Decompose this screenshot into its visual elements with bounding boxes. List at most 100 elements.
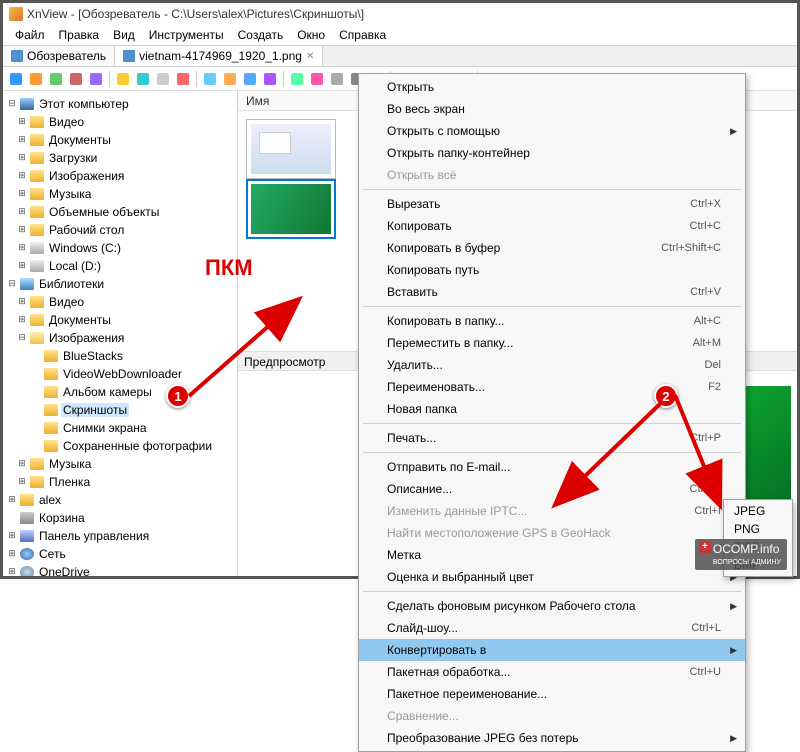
toolbar-button[interactable] xyxy=(7,70,25,88)
menu-item[interactable]: Открыть папку-контейнер xyxy=(359,142,745,164)
tree-node[interactable]: Альбом камеры xyxy=(3,383,237,401)
expand-icon[interactable]: ⊞ xyxy=(7,531,17,541)
expand-icon[interactable]: ⊞ xyxy=(7,549,17,559)
menu-item[interactable]: Новая папка xyxy=(359,398,745,420)
expand-icon[interactable]: ⊞ xyxy=(17,153,27,163)
tree-node[interactable]: Снимки экрана xyxy=(3,419,237,437)
toolbar-button[interactable] xyxy=(134,70,152,88)
toolbar-button[interactable] xyxy=(308,70,326,88)
toolbar-button[interactable] xyxy=(328,70,346,88)
tree-node[interactable]: ⊞Видео xyxy=(3,293,237,311)
menu-item[interactable]: ВырезатьCtrl+X xyxy=(359,193,745,215)
tree-node[interactable]: ⊟Библиотеки xyxy=(3,275,237,293)
expand-icon[interactable]: ⊞ xyxy=(17,477,27,487)
toolbar-button[interactable] xyxy=(241,70,259,88)
submenu-item[interactable]: JPEG xyxy=(724,502,792,520)
tree-node[interactable]: ⊞Видео xyxy=(3,113,237,131)
tree-node[interactable]: Скриншоты xyxy=(3,401,237,419)
menu-item[interactable]: Сделать фоновым рисунком Рабочего стола▶ xyxy=(359,595,745,617)
submenu-item[interactable]: PNG xyxy=(724,520,792,538)
tree-node[interactable]: ⊞Изображения xyxy=(3,167,237,185)
tab[interactable]: Обозреватель xyxy=(3,46,115,66)
tree-node[interactable]: ⊞Сеть xyxy=(3,545,237,563)
menu-item[interactable]: Удалить...Del xyxy=(359,354,745,376)
expand-icon[interactable]: ⊞ xyxy=(7,567,17,576)
toolbar-button[interactable] xyxy=(154,70,172,88)
menu-item[interactable]: Переместить в папку...Alt+M xyxy=(359,332,745,354)
menu-окно[interactable]: Окно xyxy=(291,26,331,44)
expand-icon[interactable]: ⊞ xyxy=(17,297,27,307)
menu-item[interactable]: Пакетное переименование... xyxy=(359,683,745,705)
menu-item[interactable]: Преобразование JPEG без потерь▶ xyxy=(359,727,745,749)
menu-item[interactable]: ВставитьCtrl+V xyxy=(359,281,745,303)
toolbar-button[interactable] xyxy=(47,70,65,88)
menu-item[interactable]: Печать...Ctrl+P xyxy=(359,427,745,449)
tree-node[interactable]: ⊞Музыка xyxy=(3,185,237,203)
menu-item[interactable]: Конвертировать в▶ xyxy=(359,639,745,661)
expand-icon[interactable]: ⊞ xyxy=(17,135,27,145)
expand-icon[interactable]: ⊞ xyxy=(7,495,17,505)
expand-icon[interactable]: ⊞ xyxy=(17,117,27,127)
tree-node[interactable]: ⊞Объемные объекты xyxy=(3,203,237,221)
toolbar-button[interactable] xyxy=(87,70,105,88)
tab[interactable]: vietnam-4174969_1920_1.png✕ xyxy=(115,46,323,66)
menu-item[interactable]: Слайд-шоу...Ctrl+L xyxy=(359,617,745,639)
tree-node[interactable]: ⊞OneDrive xyxy=(3,563,237,576)
menu-item[interactable]: Открыть с помощью▶ xyxy=(359,120,745,142)
menu-item[interactable]: Копировать в папку...Alt+C xyxy=(359,310,745,332)
tree-node[interactable]: Сохраненные фотографии xyxy=(3,437,237,455)
expand-icon[interactable]: ⊞ xyxy=(17,243,27,253)
menu-инструменты[interactable]: Инструменты xyxy=(143,26,230,44)
menu-item[interactable]: Копировать путь xyxy=(359,259,745,281)
menu-item[interactable]: Оценка и выбранный цвет▶ xyxy=(359,566,745,588)
menu-item[interactable]: Во весь экран xyxy=(359,98,745,120)
menu-файл[interactable]: Файл xyxy=(9,26,51,44)
expand-icon[interactable]: ⊞ xyxy=(17,225,27,235)
menu-справка[interactable]: Справка xyxy=(333,26,392,44)
tree-node[interactable]: ⊞Документы xyxy=(3,311,237,329)
menu-item[interactable]: Отправить по E-mail... xyxy=(359,456,745,478)
expand-icon[interactable]: ⊞ xyxy=(17,459,27,469)
menu-правка[interactable]: Правка xyxy=(53,26,106,44)
expand-icon[interactable]: ⊞ xyxy=(17,189,27,199)
menu-item[interactable]: Описание...Ctrl+D xyxy=(359,478,745,500)
expand-icon[interactable]: ⊞ xyxy=(17,207,27,217)
tree-node[interactable]: ⊟Изображения xyxy=(3,329,237,347)
menu-item[interactable]: КопироватьCtrl+C xyxy=(359,215,745,237)
toolbar-button[interactable] xyxy=(221,70,239,88)
expand-icon[interactable]: ⊞ xyxy=(17,171,27,181)
expand-icon[interactable]: ⊟ xyxy=(7,99,17,109)
tree-node[interactable]: ⊞Документы xyxy=(3,131,237,149)
tree-node[interactable]: ⊞Панель управления xyxy=(3,527,237,545)
toolbar-button[interactable] xyxy=(114,70,132,88)
tab-close-icon[interactable]: ✕ xyxy=(306,51,314,62)
menu-item[interactable]: Пакетная обработка...Ctrl+U xyxy=(359,661,745,683)
toolbar-button[interactable] xyxy=(174,70,192,88)
tree-node[interactable]: ⊞Загрузки xyxy=(3,149,237,167)
menu-item[interactable]: Переименовать...F2 xyxy=(359,376,745,398)
tree-node[interactable]: ⊞Музыка xyxy=(3,455,237,473)
tree-node[interactable]: BlueStacks xyxy=(3,347,237,365)
expand-icon[interactable]: ⊟ xyxy=(17,333,27,343)
toolbar-button[interactable] xyxy=(201,70,219,88)
toolbar-button[interactable] xyxy=(261,70,279,88)
menu-item[interactable]: Метка▶ xyxy=(359,544,745,566)
menu-item[interactable]: Копировать в буферCtrl+Shift+C xyxy=(359,237,745,259)
expand-icon[interactable]: ⊞ xyxy=(17,315,27,325)
toolbar-button[interactable] xyxy=(288,70,306,88)
toolbar-button[interactable] xyxy=(27,70,45,88)
tree-node[interactable]: ⊞alex xyxy=(3,491,237,509)
expand-icon[interactable]: ⊞ xyxy=(17,261,27,271)
menu-создать[interactable]: Создать xyxy=(232,26,290,44)
tree-node[interactable]: ⊞Рабочий стол xyxy=(3,221,237,239)
expand-icon[interactable]: ⊟ xyxy=(7,279,17,289)
tree-node[interactable]: ⊞Windows (C:) xyxy=(3,239,237,257)
tree-node[interactable]: Корзина xyxy=(3,509,237,527)
menu-item[interactable]: Открыть xyxy=(359,76,745,98)
tree-node[interactable]: ⊞Local (D:) xyxy=(3,257,237,275)
menu-вид[interactable]: Вид xyxy=(107,26,141,44)
tree-node[interactable]: VideoWebDownloader xyxy=(3,365,237,383)
toolbar-button[interactable] xyxy=(67,70,85,88)
thumbnail-item-selected[interactable] xyxy=(246,179,336,239)
tree-node[interactable]: ⊞Пленка xyxy=(3,473,237,491)
